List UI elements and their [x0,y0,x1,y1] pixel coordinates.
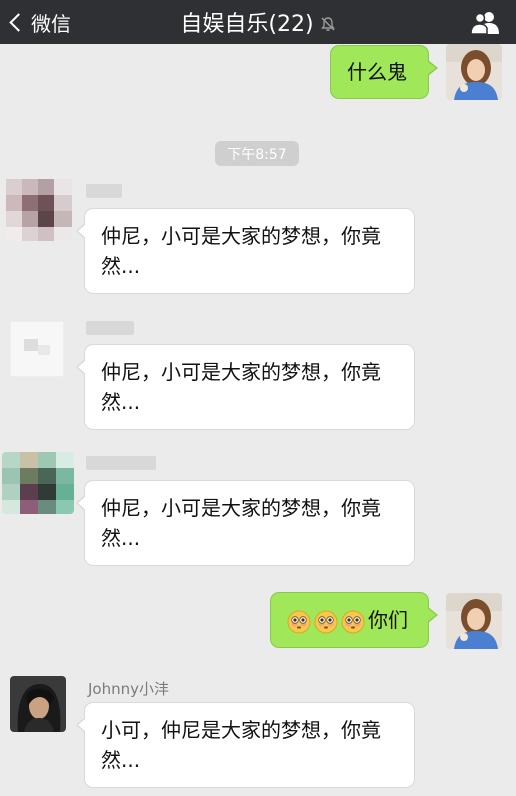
sender-name-blurred [86,321,134,335]
flushed-face-emoji [314,610,338,633]
incoming-message-bubble[interactable]: 仲尼，小可是大家的梦想，你竟然... [76,344,415,430]
incoming-message-bubble[interactable]: 仲尼，小可是大家的梦想，你竟然... [76,208,415,294]
sender-avatar[interactable] [10,676,66,732]
title-group: 自娱自乐(22) [0,0,516,44]
message-text: 仲尼，小可是大家的梦想，你竟然... [101,496,381,550]
incoming-message-bubble[interactable]: 仲尼，小可是大家的梦想，你竟然... [76,480,415,566]
my-avatar[interactable] [446,44,502,100]
my-avatar-image [446,44,502,100]
sender-name-blurred [86,184,122,198]
timestamp-badge: 下午8:57 [215,141,299,166]
mute-bell-icon [320,17,335,31]
chat-title: 自娱自乐(22) [180,12,314,37]
message-text: 仲尼，小可是大家的梦想，你竟然... [101,224,381,278]
my-avatar-image [446,593,502,649]
emoji-group [287,605,368,635]
sender-name-blurred [86,456,156,470]
sender-avatar[interactable] [2,452,74,514]
sender-avatar[interactable] [10,321,64,377]
blurred-avatar-image [6,179,72,241]
flushed-face-emoji [287,610,311,633]
my-avatar[interactable] [446,593,502,649]
blurred-avatar-image [2,452,74,514]
message-text: 什么鬼 [347,60,407,84]
group-members-icon[interactable] [470,9,500,35]
message-text: 仲尼，小可是大家的梦想，你竟然... [101,360,381,414]
outgoing-message-bubble[interactable]: 什么鬼 [330,45,438,99]
blurred-avatar-image [10,321,64,377]
message-text: 小可，仲尼是大家的梦想，你竟然... [101,718,381,772]
sender-avatar[interactable] [6,179,72,241]
nav-bar: 微信 自娱自乐(22) [0,0,516,44]
johnny-avatar-image [10,676,66,732]
outgoing-message-bubble[interactable]: 你们 [270,592,438,648]
flushed-face-emoji [341,610,365,633]
message-text: 你们 [368,608,408,632]
incoming-message-bubble[interactable]: 小可，仲尼是大家的梦想，你竟然... [76,702,415,788]
sender-name: Johnny小沣 [88,680,169,698]
